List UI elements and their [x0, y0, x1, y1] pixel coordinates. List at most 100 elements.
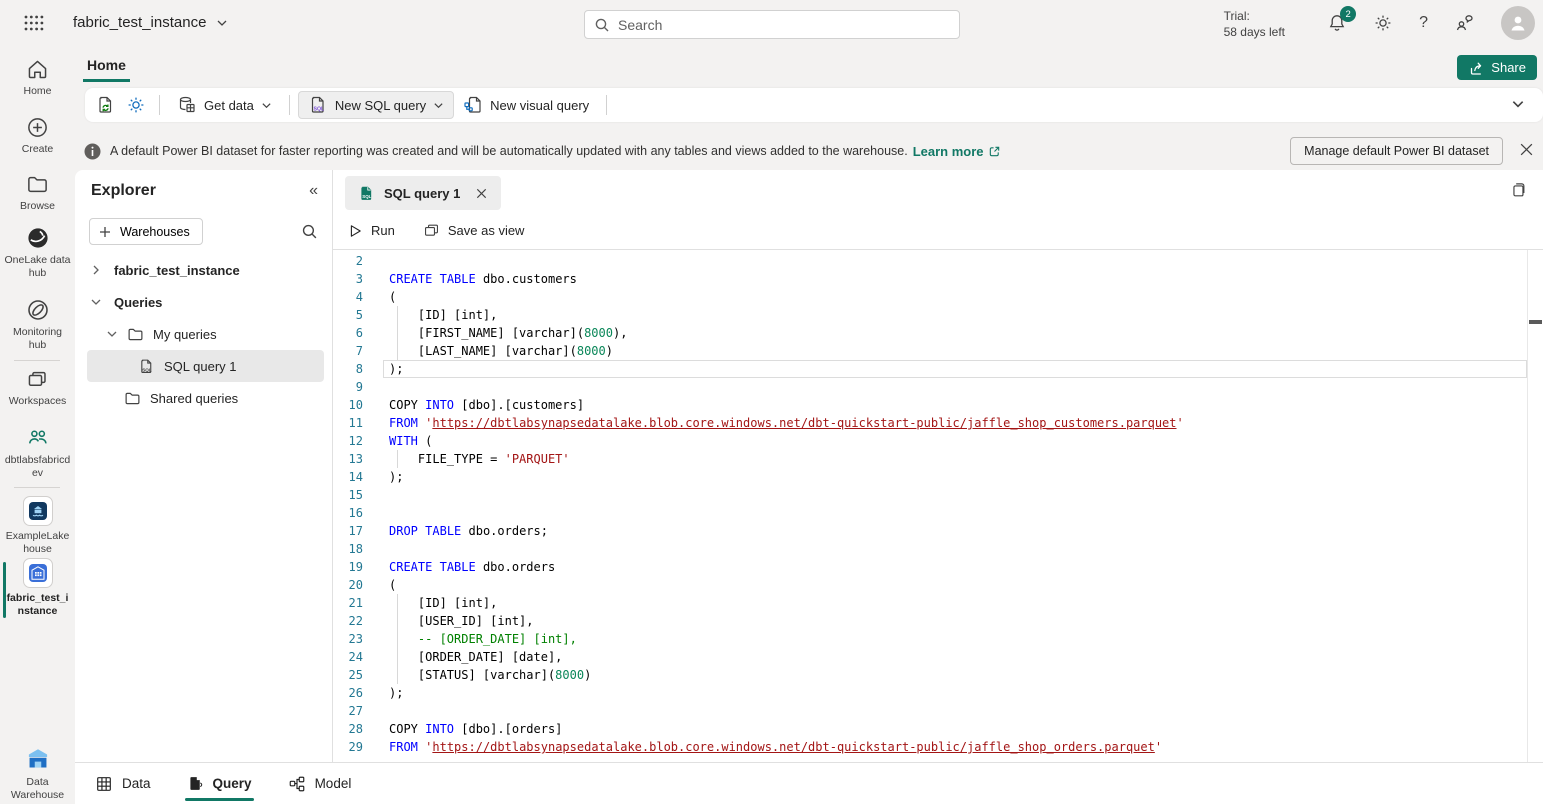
banner-close-button[interactable]: [1519, 142, 1534, 157]
tree-item-queries[interactable]: Queries: [75, 286, 332, 318]
tree-item-shared-queries[interactable]: Shared queries: [75, 382, 332, 414]
code-text: [ID] [int],: [389, 594, 497, 612]
code-line[interactable]: 5 [ID] [int],: [333, 306, 1543, 324]
learn-more-link[interactable]: Learn more: [913, 144, 1001, 159]
search-input[interactable]: [618, 17, 950, 33]
line-number: 20: [333, 576, 363, 594]
sidebar-item-label: ExampleLakehouse: [4, 530, 72, 556]
svg-text:SQL: SQL: [142, 367, 152, 372]
manage-default-dataset-button[interactable]: Manage default Power BI dataset: [1290, 137, 1503, 165]
code-line[interactable]: 7 [LAST_NAME] [varchar](8000): [333, 342, 1543, 360]
code-line[interactable]: 29FROM 'https://dbtlabsynapsedatalake.bl…: [333, 738, 1543, 756]
sidebar-item-examplelakehouse[interactable]: ExampleLakehouse: [0, 496, 75, 556]
code-line[interactable]: 16: [333, 504, 1543, 522]
code-line[interactable]: 23 -- [ORDER_DATE] [int],: [333, 630, 1543, 648]
sql-code-editor[interactable]: 23CREATE TABLE dbo.customers4(5 [ID] [in…: [333, 250, 1543, 762]
line-number: 11: [333, 414, 363, 432]
line-number: 21: [333, 594, 363, 612]
person-icon: [1508, 13, 1528, 33]
tab-query[interactable]: Query: [187, 763, 252, 804]
code-line[interactable]: 11FROM 'https://dbtlabsynapsedatalake.bl…: [333, 414, 1543, 432]
code-text: COPY INTO [dbo].[orders]: [389, 720, 562, 738]
global-search[interactable]: [584, 10, 960, 39]
new-visual-query-button[interactable]: New visual query: [454, 91, 598, 119]
sidebar-item-workspaces[interactable]: Workspaces: [0, 368, 75, 408]
code-line[interactable]: 6 [FIRST_NAME] [varchar](8000),: [333, 324, 1543, 342]
line-number: 9: [333, 378, 363, 396]
code-line[interactable]: 26);: [333, 684, 1543, 702]
sidebar-item-browse[interactable]: Browse: [0, 173, 75, 213]
code-line[interactable]: 19CREATE TABLE dbo.orders: [333, 558, 1543, 576]
sidebar-item-monitoring-hub[interactable]: Monitoring hub: [0, 298, 75, 352]
code-line[interactable]: 8);: [333, 360, 1543, 378]
account-avatar[interactable]: [1501, 6, 1535, 40]
code-line[interactable]: 15: [333, 486, 1543, 504]
run-button[interactable]: Run: [347, 223, 395, 239]
code-line[interactable]: 14);: [333, 468, 1543, 486]
close-tab-button[interactable]: [475, 187, 488, 200]
code-line[interactable]: 4(: [333, 288, 1543, 306]
code-line[interactable]: 10COPY INTO [dbo].[customers]: [333, 396, 1543, 414]
line-number: 12: [333, 432, 363, 450]
code-line[interactable]: 27: [333, 702, 1543, 720]
collapse-ribbon-button[interactable]: [1511, 97, 1525, 111]
document-refresh-icon: [96, 95, 116, 115]
workspace-name: fabric_test_instance: [73, 14, 206, 31]
copy-button[interactable]: [1509, 181, 1527, 199]
sidebar-item-home[interactable]: Home: [0, 58, 75, 98]
workspace-switcher[interactable]: fabric_test_instance: [73, 14, 228, 31]
code-line[interactable]: 20(: [333, 576, 1543, 594]
code-line[interactable]: 9: [333, 378, 1543, 396]
code-text: FILE_TYPE = 'PARQUET': [389, 450, 570, 468]
sidebar-item-fabric-test-instance[interactable]: fabric_test_instance: [0, 558, 75, 618]
query-tab-sql-query-1[interactable]: SQL SQL query 1: [345, 176, 501, 210]
tab-model[interactable]: Model: [288, 763, 352, 804]
code-line[interactable]: 21 [ID] [int],: [333, 594, 1543, 612]
code-line[interactable]: 17DROP TABLE dbo.orders;: [333, 522, 1543, 540]
help-button[interactable]: ?: [1419, 14, 1428, 32]
feedback-button[interactable]: [1454, 13, 1475, 33]
code-text: FROM 'https://dbtlabsynapsedatalake.blob…: [389, 738, 1162, 756]
sidebar-item-create[interactable]: Create: [0, 116, 75, 156]
sidebar-item-onelake-data-hub[interactable]: OneLake data hub: [0, 226, 75, 280]
settings-button[interactable]: [1373, 13, 1393, 33]
sql-document-icon: SQL: [138, 358, 155, 375]
tree-item-warehouse-root[interactable]: fabric_test_instance: [75, 254, 332, 286]
new-sql-query-button[interactable]: SQL New SQL query: [298, 91, 454, 119]
rail-divider: [14, 487, 60, 488]
code-line[interactable]: 24 [ORDER_DATE] [date],: [333, 648, 1543, 666]
new-warehouse-button[interactable]: Warehouses: [89, 218, 203, 245]
tab-home[interactable]: Home: [83, 52, 130, 82]
collapse-explorer-button[interactable]: «: [309, 182, 318, 200]
tree-item-sql-query-1[interactable]: SQL SQL query 1: [87, 350, 324, 382]
line-number: 27: [333, 702, 363, 720]
explorer-search-icon[interactable]: [301, 223, 318, 240]
topbar-actions: 2 ?: [1327, 6, 1535, 40]
gear-icon: [1373, 13, 1393, 33]
share-button[interactable]: Share: [1457, 55, 1537, 80]
sidebar-item-workspace-dbtlabsfabricdev[interactable]: dbtlabsfabricdev: [0, 426, 75, 480]
code-line[interactable]: 13 FILE_TYPE = 'PARQUET': [333, 450, 1543, 468]
app-launcher-waffle-icon[interactable]: [24, 15, 44, 31]
get-data-button[interactable]: Get data: [168, 91, 281, 119]
code-line[interactable]: 28COPY INTO [dbo].[orders]: [333, 720, 1543, 738]
code-line[interactable]: 18: [333, 540, 1543, 558]
editor-scrollbar-track[interactable]: [1527, 250, 1528, 762]
code-line[interactable]: 22 [USER_ID] [int],: [333, 612, 1543, 630]
tab-data[interactable]: Data: [95, 763, 151, 804]
code-line[interactable]: 12WITH (: [333, 432, 1543, 450]
save-as-view-button[interactable]: Save as view: [423, 222, 525, 239]
chevron-down-icon: [1511, 97, 1525, 111]
tree-item-my-queries[interactable]: My queries: [75, 318, 332, 350]
sidebar-item-data-warehouse[interactable]: Data Warehouse: [0, 746, 75, 802]
code-line[interactable]: 2: [333, 252, 1543, 270]
left-nav-rail: Home Create Browse OneLake data hub Moni…: [0, 48, 75, 804]
refresh-dataset-button[interactable]: [91, 91, 121, 119]
tab-model-label: Model: [315, 776, 352, 791]
settings-toolbar-button[interactable]: [121, 91, 151, 119]
code-line[interactable]: 25 [STATUS] [varchar](8000): [333, 666, 1543, 684]
code-text: CREATE TABLE dbo.customers: [389, 270, 577, 288]
code-line[interactable]: 3CREATE TABLE dbo.customers: [333, 270, 1543, 288]
notifications-button[interactable]: 2: [1327, 13, 1347, 33]
model-diagram-icon: [288, 775, 306, 793]
